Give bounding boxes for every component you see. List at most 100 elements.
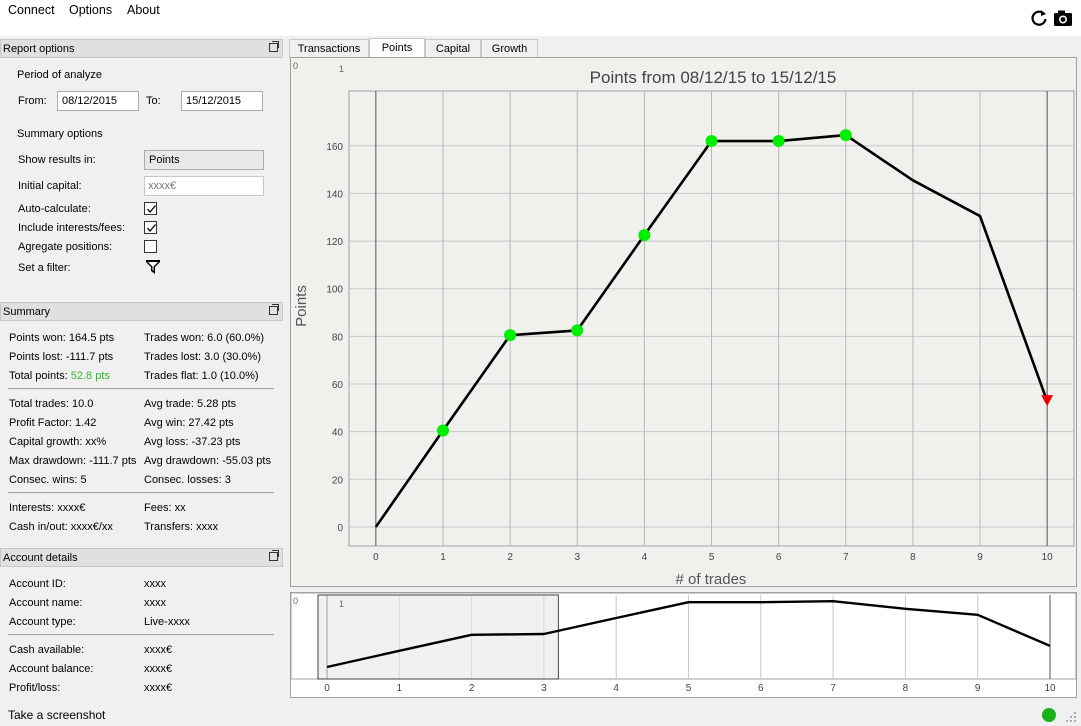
show-results-select[interactable]: Points xyxy=(144,150,264,170)
divider xyxy=(8,388,274,389)
menu-about[interactable]: About xyxy=(127,3,160,17)
account-details-header: Account details xyxy=(0,548,283,567)
interests: Interests: xxxx€ xyxy=(9,502,86,514)
tab-points[interactable]: Points xyxy=(369,38,425,58)
x-tick-label: 2 xyxy=(507,552,513,563)
trades-won: Trades won: 6.0 (60.0%) xyxy=(144,332,265,344)
x-tick-label: 7 xyxy=(843,552,849,563)
x-tick-label: 6 xyxy=(776,552,782,563)
report-options-title: Report options xyxy=(3,43,75,55)
navigator-selection[interactable] xyxy=(317,594,559,680)
account-type-value: Live-xxxx xyxy=(144,616,190,628)
include-fees-checkbox[interactable] xyxy=(144,221,157,234)
navigator-chart-panel: 0 1 0 1 2 3 4 5 6 7 8 9 10 xyxy=(290,592,1077,698)
points-won: Points won: 164.5 pts xyxy=(9,332,115,344)
trades-flat: Trades flat: 1.0 (10.0%) xyxy=(144,370,259,382)
y-tick-label: 160 xyxy=(326,142,343,153)
filter-icon[interactable] xyxy=(145,259,161,275)
chart-title: Points from 08/12/15 to 15/12/15 xyxy=(590,68,837,87)
from-date-value: 08/12/2015 xyxy=(62,95,118,107)
camera-icon[interactable] xyxy=(1053,8,1073,28)
cash-inout: Cash in/out: xxxx€/xx xyxy=(9,521,113,533)
y-tick-label: 0 xyxy=(337,523,343,534)
x-tick-label: 10 xyxy=(1042,552,1054,563)
points-chart-panel: Points from 08/12/15 to 15/12/15 Points … xyxy=(290,57,1077,587)
aggregate-checkbox[interactable] xyxy=(144,240,157,253)
x-tick-label: 4 xyxy=(642,552,648,563)
y-tick-label: 140 xyxy=(326,189,343,200)
total-trades: Total trades: 10.0 xyxy=(9,398,94,410)
total-points: Total points: 52.8 pts xyxy=(9,370,110,382)
consec-wins: Consec. wins: 5 xyxy=(9,474,87,486)
nav-x-tick-label: 8 xyxy=(903,683,909,694)
x-tick-label: 9 xyxy=(977,552,983,563)
refresh-icon[interactable] xyxy=(1029,8,1049,28)
y-tick-label: 100 xyxy=(326,285,343,296)
tab-capital[interactable]: Capital xyxy=(425,39,481,58)
initial-capital-input[interactable] xyxy=(144,176,264,196)
undock-icon[interactable] xyxy=(269,41,279,52)
resize-grip-icon[interactable] xyxy=(1066,712,1077,723)
status-bar: Take a screenshot xyxy=(0,702,1081,726)
win-trade-point xyxy=(436,424,449,437)
y-tick-label: 80 xyxy=(332,332,344,343)
x-tick-label: 3 xyxy=(574,552,580,563)
screenshot-label[interactable]: Take a screenshot xyxy=(8,708,105,722)
nav-x-tick-label: 3 xyxy=(541,683,547,694)
cash-available-value: xxxx€ xyxy=(144,644,173,656)
cash-available-label: Cash available: xyxy=(9,644,85,656)
check-icon xyxy=(147,224,156,233)
divider xyxy=(8,634,274,635)
consec-losses: Consec. losses: 3 xyxy=(144,474,231,486)
nav-x-tick-label: 5 xyxy=(686,683,692,694)
menu-connect[interactable]: Connect xyxy=(8,3,55,17)
profit-loss-value: xxxx€ xyxy=(144,682,173,694)
check-icon xyxy=(147,205,156,214)
navigator-chart[interactable]: 0 1 0 1 2 3 4 5 6 7 8 9 10 xyxy=(291,593,1076,697)
filter-label: Set a filter: xyxy=(18,262,71,274)
x-tick-label: 0 xyxy=(373,552,379,563)
avg-loss: Avg loss: -37.23 pts xyxy=(144,436,241,448)
points-chart[interactable]: Points from 08/12/15 to 15/12/15 Points … xyxy=(291,58,1076,586)
tab-growth[interactable]: Growth xyxy=(481,39,538,58)
undock-icon[interactable] xyxy=(269,304,279,315)
report-options-header: Report options xyxy=(0,39,283,58)
to-date-picker[interactable]: 15/12/2015 xyxy=(181,91,263,111)
undock-icon[interactable] xyxy=(269,550,279,561)
tab-transactions[interactable]: Transactions xyxy=(289,39,369,58)
nav-x-tick-label: 9 xyxy=(975,683,981,694)
avg-win: Avg win: 27.42 pts xyxy=(144,417,234,429)
x-tick-label: 5 xyxy=(709,552,715,563)
transfers: Transfers: xxxx xyxy=(144,521,219,533)
x-tick-label: 1 xyxy=(440,552,446,563)
y-tick-label: 40 xyxy=(332,428,344,439)
auto-calculate-checkbox[interactable] xyxy=(144,202,157,215)
from-date-picker[interactable]: 08/12/2015 xyxy=(57,91,139,111)
capital-growth: Capital growth: xx% xyxy=(9,436,107,448)
nav-x-tick-label: 4 xyxy=(613,683,619,694)
win-trade-point xyxy=(772,135,785,148)
avg-trade: Avg trade: 5.28 pts xyxy=(144,398,237,410)
account-id-value: xxxx xyxy=(144,578,166,590)
nav-x-tick-label: 2 xyxy=(469,683,475,694)
profit-factor: Profit Factor: 1.42 xyxy=(9,417,97,429)
account-balance-value: xxxx€ xyxy=(144,663,173,675)
divider xyxy=(8,492,274,493)
summary-title: Summary xyxy=(3,306,51,318)
menu-bar: Connect Options About xyxy=(0,0,1081,36)
corner-label: 0 xyxy=(293,596,298,606)
account-type-label: Account type: xyxy=(9,616,76,628)
nav-x-tick-label: 0 xyxy=(324,683,330,694)
win-trade-point xyxy=(839,129,852,142)
to-label: To: xyxy=(146,95,161,107)
menu-options[interactable]: Options xyxy=(69,3,112,17)
corner-label: 0 xyxy=(293,61,298,71)
initial-capital-label: Initial capital: xyxy=(18,180,82,192)
period-title: Period of analyze xyxy=(17,69,102,81)
win-trade-point xyxy=(504,329,517,342)
x-tick-label: 8 xyxy=(910,552,916,563)
trades-lost: Trades lost: 3.0 (30.0%) xyxy=(144,351,261,363)
account-name-value: xxxx xyxy=(144,597,166,609)
auto-calculate-label: Auto-calculate: xyxy=(18,203,91,215)
nav-x-tick-label: 1 xyxy=(397,683,403,694)
